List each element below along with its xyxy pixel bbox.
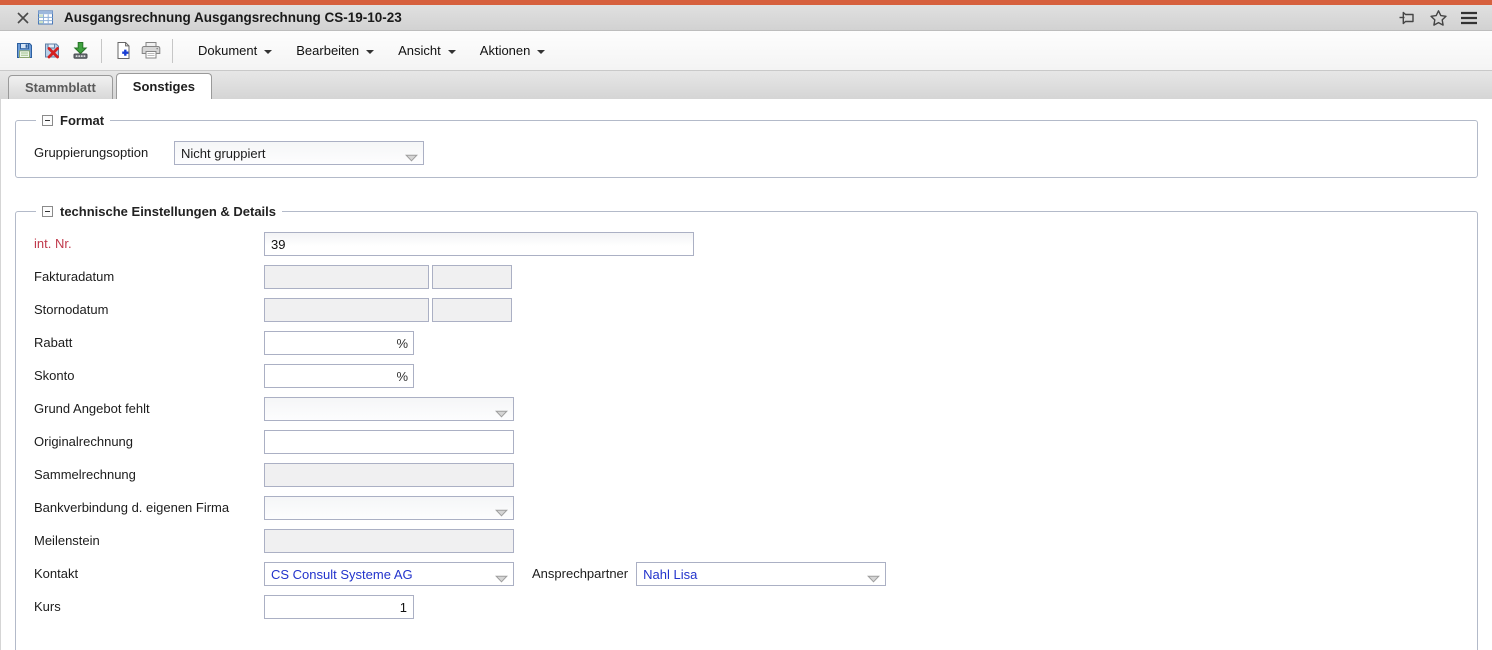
toolbar-separator [172,38,173,63]
ansprechpartner-label: Ansprechpartner [532,566,629,581]
field-label: Meilenstein [34,533,100,548]
row-stornodatum: Stornodatum [34,298,1465,322]
int-nr-input[interactable] [264,232,694,256]
field-label: Sammelrechnung [34,467,136,482]
import-icon[interactable] [66,37,94,65]
field-label: Originalrechnung [34,434,134,449]
stornodatum-group [264,298,512,322]
field-label: Rabatt [34,335,73,350]
field-label: int. Nr. [34,236,72,251]
collapse-minus-icon[interactable] [42,206,53,217]
menu-ansicht[interactable]: Ansicht [386,38,468,63]
fakturadatum-date-input[interactable] [264,265,429,289]
print-icon[interactable] [137,37,165,65]
row-gruppierungsoption: Gruppierungsoption Nicht gruppiert [34,141,1465,165]
spreadsheet-icon [34,7,56,29]
section-title: technische Einstellungen & Details [60,204,276,219]
field-label: Gruppierungsoption [34,145,149,160]
star-icon[interactable] [1427,7,1449,29]
field-label: Fakturadatum [34,269,115,284]
grund-angebot-fehlt-select[interactable] [264,397,514,421]
chevron-down-icon [405,150,418,164]
menu-dokument[interactable]: Dokument [186,38,284,63]
chevron-down-icon [867,571,881,585]
row-meilenstein: Meilenstein [34,529,1465,553]
menu-label: Bearbeiten [296,43,360,58]
stornodatum-time-input[interactable] [432,298,512,322]
field-label: Stornodatum [34,302,109,317]
row-originalrechnung: Originalrechnung [34,430,1465,454]
hamburger-menu-icon[interactable] [1458,7,1480,29]
section-technische-einstellungen: technische Einstellungen & Details int. … [15,204,1478,650]
tab-sonstiges[interactable]: Sonstiges [115,73,212,99]
selected-value: Nahl Lisa [643,566,698,582]
chevron-down-icon [264,49,273,54]
field-label: Skonto [34,368,75,383]
row-skonto: Skonto % [34,364,1465,388]
toolbar-separator [101,38,102,63]
skonto-field: % [264,364,414,388]
skonto-input[interactable] [265,366,395,386]
percent-unit: % [396,368,408,384]
collapse-minus-icon[interactable] [42,115,53,126]
row-rabatt: Rabatt % [34,331,1465,355]
section-format-header: Format [36,113,110,128]
save-icon[interactable] [10,37,38,65]
menu-label: Ansicht [398,43,441,58]
new-document-icon[interactable] [109,37,137,65]
kurs-input[interactable] [264,595,414,619]
rabatt-field: % [264,331,414,355]
row-grund-angebot-fehlt: Grund Angebot fehlt [34,397,1465,421]
chevron-down-icon [495,406,508,420]
delete-record-icon[interactable] [38,37,66,65]
kontakt-select[interactable]: CS Consult Systeme AG [264,562,514,586]
row-sammelrechnung: Sammelrechnung [34,463,1465,487]
field-label: Bankverbindung d. eigenen Firma [34,496,264,520]
chevron-down-icon [447,49,456,54]
pin-icon[interactable] [1396,7,1418,29]
field-label: Kontakt [34,566,79,581]
selected-value: CS Consult Systeme AG [271,566,413,582]
tab-stammblatt[interactable]: Stammblatt [8,75,113,99]
row-int-nr: int. Nr. [34,232,1465,256]
chevron-down-icon [537,49,546,54]
sammelrechnung-input[interactable] [264,463,514,487]
row-fakturadatum: Fakturadatum [34,265,1465,289]
section-title: Format [60,113,105,128]
rabatt-input[interactable] [265,333,395,353]
ansprechpartner-select[interactable]: Nahl Lisa [636,562,887,586]
row-bankverbindung: Bankverbindung d. eigenen Firma [34,496,1465,520]
section-technische-einstellungen-header: technische Einstellungen & Details [36,204,282,219]
titlebar: Ausgangsrechnung Ausgangsrechnung CS-19-… [0,5,1492,31]
percent-unit: % [396,335,408,351]
chevron-down-icon [366,49,375,54]
menu-aktionen[interactable]: Aktionen [468,38,558,63]
chevron-down-icon [495,505,508,519]
gruppierungsoption-select[interactable]: Nicht gruppiert [174,141,424,165]
menu-label: Aktionen [479,43,531,58]
originalrechnung-input[interactable] [264,430,514,454]
row-kurs: Kurs [34,595,1465,619]
content-area: Format Gruppierungsoption Nicht gruppier… [0,99,1492,650]
close-icon[interactable] [12,7,34,29]
selected-value: Nicht gruppiert [181,145,266,161]
chevron-down-icon [495,571,508,585]
field-label: Grund Angebot fehlt [34,401,150,416]
fakturadatum-group [264,265,512,289]
section-format: Format Gruppierungsoption Nicht gruppier… [15,113,1478,178]
menu-bearbeiten[interactable]: Bearbeiten [284,38,386,63]
row-kontakt: Kontakt CS Consult Systeme AG Ansprechpa… [34,562,1465,586]
stornodatum-date-input[interactable] [264,298,429,322]
fakturadatum-time-input[interactable] [432,265,512,289]
toolbar: Dokument Bearbeiten Ansicht Aktionen [0,31,1492,71]
field-label-text: Bankverbindung d. eigenen Firma [34,500,230,515]
bankverbindung-select[interactable] [264,496,514,520]
menu-label: Dokument [198,43,258,58]
field-label: Kurs [34,599,61,614]
tab-strip: Stammblatt Sonstiges [0,71,1492,99]
meilenstein-input[interactable] [264,529,514,553]
window-title: Ausgangsrechnung Ausgangsrechnung CS-19-… [64,10,402,25]
menubar: Dokument Bearbeiten Ansicht Aktionen [186,38,557,63]
